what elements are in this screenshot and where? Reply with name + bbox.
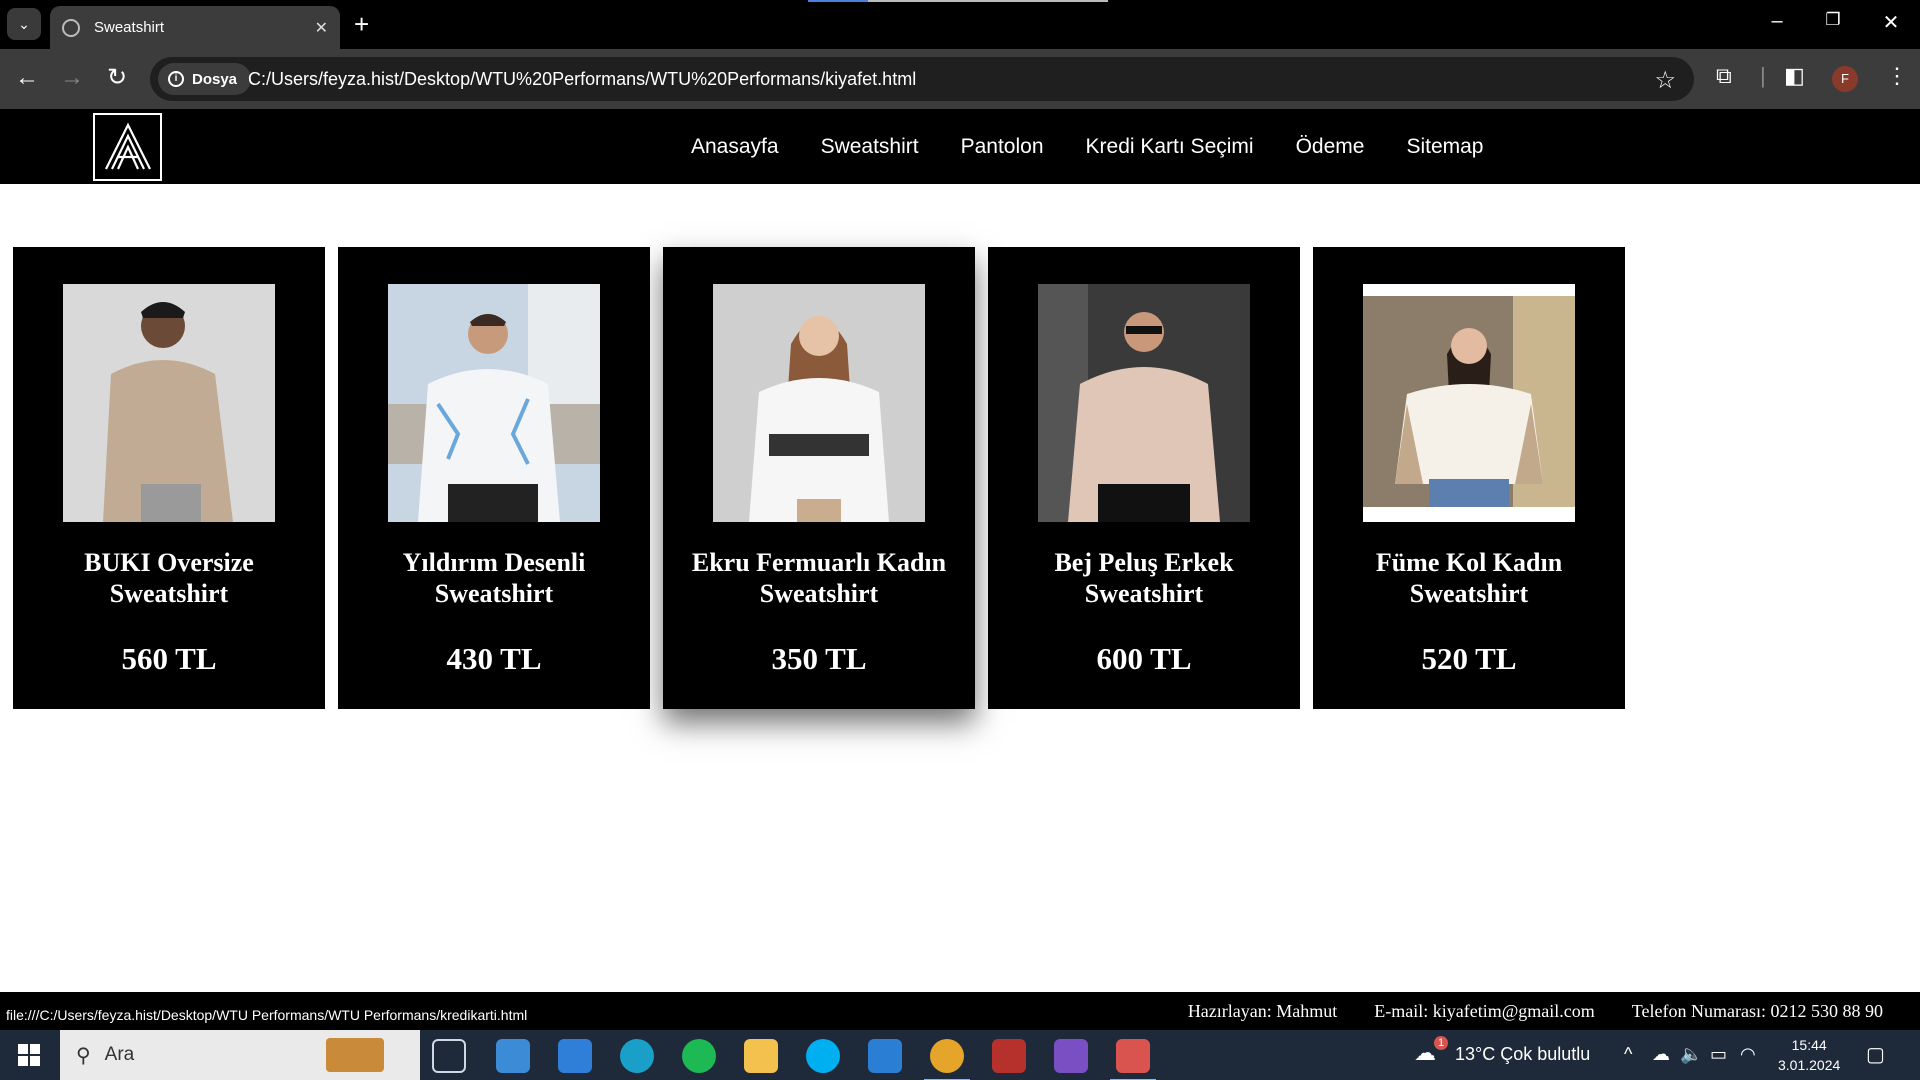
tab-search-button[interactable]: ⌄ [7, 8, 41, 40]
product-photo [388, 284, 600, 522]
menu-icon[interactable]: ⋮ [1886, 63, 1908, 89]
info-icon: i [168, 71, 184, 87]
product-photo [63, 284, 275, 522]
skype-icon[interactable] [806, 1039, 840, 1073]
task-view-icon[interactable] [432, 1039, 466, 1073]
product-card[interactable]: Füme Kol Kadın Sweatshirt 520 TL [1313, 247, 1625, 709]
star-icon[interactable]: ☆ [1654, 66, 1676, 95]
forward-button[interactable]: → [57, 63, 87, 93]
product-card[interactable]: Bej Peluş Erkek Sweatshirt 600 TL [988, 247, 1300, 709]
weather-text[interactable]: 13°C Çok bulutlu [1455, 1044, 1590, 1065]
microsoft-store-icon[interactable] [496, 1039, 530, 1073]
briefcase-icon [326, 1038, 384, 1072]
tab-title: Sweatshirt [94, 19, 165, 36]
chevron-down-icon: ⌄ [18, 15, 30, 32]
extensions-icon[interactable]: ⧉ [1716, 63, 1732, 89]
mail-icon[interactable] [558, 1039, 592, 1073]
product-name: Yıldırım Desenli Sweatshirt [402, 548, 586, 608]
vscode-icon[interactable] [868, 1039, 902, 1073]
chevron-up-icon[interactable]: ^ [1624, 1044, 1632, 1065]
product-name: Ekru Fermuarlı Kadın Sweatshirt [691, 548, 947, 608]
product-price: 430 TL [446, 641, 542, 676]
status-bar-url: file:///C:/Users/feyza.hist/Desktop/WTU … [0, 1002, 534, 1030]
loading-bar [808, 0, 1108, 2]
address-bar[interactable]: i Dosya C:/Users/feyza.hist/Desktop/WTU%… [150, 57, 1694, 101]
new-tab-button[interactable]: + [354, 10, 369, 38]
close-icon[interactable]: ✕ [315, 18, 328, 38]
product-photo [1038, 284, 1250, 522]
divider: | [1760, 63, 1766, 88]
access-icon[interactable] [992, 1039, 1026, 1073]
site-info-label: Dosya [192, 70, 238, 88]
product-card[interactable]: BUKI Oversize Sweatshirt 560 TL [13, 247, 325, 709]
taskbar-search[interactable]: ⚲ Ara [60, 1030, 420, 1080]
nav-sweatshirt[interactable]: Sweatshirt [821, 135, 919, 159]
product-price: 520 TL [1421, 641, 1517, 676]
reload-button[interactable]: ↻ [102, 63, 132, 93]
footer-author: Hazırlayan: Mahmut [1187, 1001, 1338, 1021]
search-icon: ⚲ [76, 1044, 91, 1067]
windows-start-icon[interactable] [18, 1044, 40, 1066]
restore-button[interactable]: ❐ [1818, 10, 1848, 30]
back-button[interactable]: ← [12, 63, 42, 93]
url-text[interactable]: C:/Users/feyza.hist/Desktop/WTU%20Perfor… [248, 69, 916, 90]
taskbar-clock[interactable]: 15:44 3.01.2024 [1778, 1035, 1840, 1075]
chrome-icon[interactable] [924, 1039, 970, 1080]
clock-time: 15:44 [1791, 1037, 1827, 1053]
site-logo[interactable] [93, 113, 162, 181]
main-nav: Anasayfa Sweatshirt Pantolon Kredi Kartı… [691, 135, 1484, 159]
product-price: 600 TL [1096, 641, 1192, 676]
side-panel-icon[interactable]: ◧ [1784, 63, 1805, 89]
battery-icon[interactable]: ▭ [1710, 1044, 1727, 1065]
footer-phone: Telefon Numarası: 0212 530 88 90 [1631, 1001, 1883, 1021]
product-grid: BUKI Oversize Sweatshirt 560 TL Yıldırım… [13, 247, 1625, 709]
product-price: 560 TL [121, 641, 217, 676]
profile-avatar[interactable]: F [1832, 66, 1858, 92]
weather-icon[interactable]: ☁ [1414, 1040, 1436, 1066]
product-card-hovered[interactable]: Ekru Fermuarlı Kadın Sweatshirt 350 TL [663, 247, 975, 709]
notifications-icon[interactable]: ▢ [1866, 1042, 1885, 1067]
product-name: Füme Kol Kadın Sweatshirt [1375, 548, 1563, 608]
nav-anasayfa[interactable]: Anasayfa [691, 135, 779, 159]
visual-studio-icon[interactable] [1054, 1039, 1088, 1073]
logo-a-icon [104, 122, 151, 170]
browser-tab-strip: ⌄ Sweatshirt ✕ + – ❐ ✕ [0, 0, 1920, 49]
product-photo [713, 284, 925, 522]
browser-toolbar: ← → ↻ i Dosya C:/Users/feyza.hist/Deskto… [0, 49, 1920, 109]
footer-email: E-mail: kiyafetim@gmail.com [1374, 1001, 1595, 1021]
minimize-button[interactable]: – [1762, 10, 1792, 33]
volume-icon[interactable]: 🔈 [1680, 1044, 1702, 1065]
globe-icon [62, 18, 80, 37]
edge-icon[interactable] [620, 1039, 654, 1073]
product-name: BUKI Oversize Sweatshirt [84, 548, 254, 608]
clock-date: 3.01.2024 [1778, 1057, 1841, 1073]
nav-kredi-karti[interactable]: Kredi Kartı Seçimi [1086, 135, 1254, 159]
window-close-button[interactable]: ✕ [1876, 10, 1906, 35]
nav-odeme[interactable]: Ödeme [1296, 135, 1365, 159]
tab-active[interactable]: Sweatshirt ✕ [50, 6, 340, 49]
nav-pantolon[interactable]: Pantolon [961, 135, 1044, 159]
product-name: Bej Peluş Erkek Sweatshirt [1054, 548, 1234, 608]
wifi-icon[interactable]: ◠ [1740, 1044, 1756, 1065]
windows-taskbar: ⚲ Ara ☁ 1 13°C Çok bulutlu ^ ☁ 🔈 ▭ ◠ 15:… [0, 1030, 1920, 1080]
spotify-icon[interactable] [682, 1039, 716, 1073]
product-price: 350 TL [771, 641, 867, 676]
app-icon[interactable] [1110, 1039, 1156, 1080]
nav-sitemap[interactable]: Sitemap [1406, 135, 1483, 159]
site-info-chip[interactable]: i Dosya [158, 63, 252, 95]
footer-info: Hazırlayan: Mahmut E-mail: kiyafetim@gma… [1188, 1001, 1883, 1022]
taskbar-search-label: Ara [104, 1044, 135, 1065]
site-header: Anasayfa Sweatshirt Pantolon Kredi Kartı… [0, 109, 1920, 184]
product-photo [1363, 284, 1575, 522]
product-card[interactable]: Yıldırım Desenli Sweatshirt 430 TL [338, 247, 650, 709]
file-explorer-icon[interactable] [744, 1039, 778, 1073]
weather-badge: 1 [1434, 1036, 1448, 1050]
onedrive-icon[interactable]: ☁ [1652, 1044, 1670, 1065]
